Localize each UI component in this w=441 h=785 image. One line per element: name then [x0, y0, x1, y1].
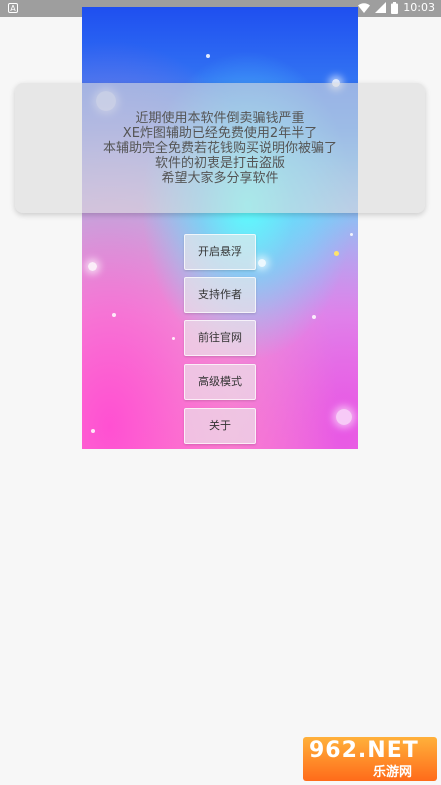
enable-float-button[interactable]: 开启悬浮: [184, 234, 256, 270]
sparkle: [172, 337, 175, 340]
notice-line: 软件的初衷是打击盗版: [154, 156, 285, 171]
notice-line: XE炸图辅助已经免费使用2年半了: [122, 126, 318, 141]
notice-line: 本辅助完全免费若花钱购买说明你被骗了: [102, 141, 337, 156]
support-author-button[interactable]: 支持作者: [184, 277, 256, 313]
notice-line: 近期使用本软件倒卖骗钱严重: [135, 111, 305, 126]
status-icons: 10:03: [358, 1, 435, 14]
sparkle: [336, 409, 352, 425]
watermark-logo: 962.NET 乐游网: [303, 737, 437, 781]
sparkle: [334, 251, 339, 256]
sparkle: [312, 315, 316, 319]
notice-text: 近期使用本软件倒卖骗钱严重 XE炸图辅助已经免费使用2年半了 本辅助完全免费若花…: [15, 111, 425, 186]
about-button[interactable]: 关于: [184, 408, 256, 444]
wifi-icon: [358, 2, 371, 13]
sparkle: [112, 313, 116, 317]
watermark-domain: 962.NET: [309, 738, 419, 763]
sparkle: [88, 262, 97, 271]
official-site-button[interactable]: 前往官网: [184, 320, 256, 356]
notice-panel: 近期使用本软件倒卖骗钱严重 XE炸图辅助已经免费使用2年半了 本辅助完全免费若花…: [15, 83, 425, 213]
sparkle: [258, 259, 266, 267]
battery-icon: [391, 1, 399, 14]
sparkle: [206, 54, 210, 58]
notice-line: 希望大家多分享软件: [161, 171, 279, 186]
watermark-site-name: 乐游网: [373, 765, 413, 780]
app-notification-icon: A: [8, 3, 18, 13]
clock: 10:03: [403, 1, 435, 14]
advanced-mode-button[interactable]: 高级模式: [184, 364, 256, 400]
sparkle: [350, 233, 353, 236]
signal-icon: [375, 2, 387, 13]
sparkle: [91, 429, 95, 433]
